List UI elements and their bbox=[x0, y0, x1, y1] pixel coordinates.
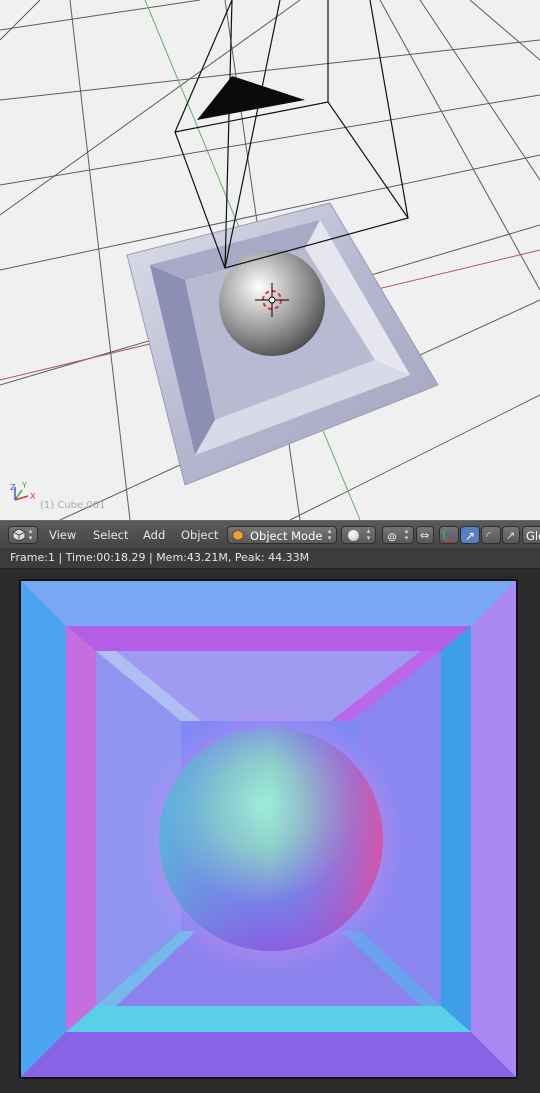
dropdown-arrows-icon: ▴ ▾ bbox=[327, 527, 332, 542]
transform-scale-button[interactable]: ◜ bbox=[481, 526, 501, 544]
solid-shading-icon bbox=[348, 530, 359, 541]
manipulator-icon: ⇔ bbox=[420, 529, 430, 542]
transform-translate-button[interactable] bbox=[439, 526, 459, 544]
axis-gizmo: X Y Z bbox=[10, 481, 36, 501]
mode-selector[interactable]: Object Mode ▴ ▾ bbox=[227, 526, 337, 544]
pivot-point-button[interactable]: ⊚ ▴ ▾ bbox=[382, 526, 414, 544]
menu-add[interactable]: Add bbox=[143, 526, 165, 544]
viewport-scene: X Y Z bbox=[0, 0, 540, 520]
orientation-dropdown[interactable]: Glo bbox=[522, 526, 540, 544]
3d-view-header: ▴ ▾ View Select Add Object Object Mode ▴ ▾… bbox=[0, 520, 540, 548]
render-result-area[interactable] bbox=[0, 569, 540, 1093]
dropdown-arrows-icon: ▴ ▾ bbox=[366, 527, 371, 542]
menu-object[interactable]: Object bbox=[181, 526, 218, 544]
translate-icon bbox=[443, 530, 454, 541]
transform-extra-button[interactable]: ↗ bbox=[502, 526, 520, 544]
dropdown-arrows-icon: ▴ ▾ bbox=[404, 527, 409, 542]
dropdown-arrows-icon: ▴ ▾ bbox=[28, 527, 33, 542]
editor-type-button[interactable]: ▴ ▾ bbox=[8, 526, 38, 544]
menu-view[interactable]: View bbox=[49, 526, 76, 544]
normal-map-render bbox=[21, 581, 516, 1077]
transform-rotate-button[interactable]: ↗ bbox=[460, 526, 480, 544]
mode-label: Object Mode bbox=[250, 529, 323, 543]
arc-icon: ◜ bbox=[486, 529, 491, 543]
axis-z-label: Z bbox=[10, 483, 16, 492]
render-status-text: Frame:1 | Time:00:18.29 | Mem:43.21M, Pe… bbox=[10, 551, 310, 564]
render-status-bar: Frame:1 | Time:00:18.29 | Mem:43.21M, Pe… bbox=[0, 548, 540, 569]
camera-up-triangle bbox=[197, 76, 305, 120]
rotate-icon: ↗ bbox=[465, 529, 476, 543]
orientation-label: Glo bbox=[526, 529, 540, 543]
cube-editor-icon bbox=[12, 528, 26, 542]
axis-x-label: X bbox=[30, 492, 36, 501]
viewport-object-label: (1) Cube.001 bbox=[40, 500, 106, 511]
axis-y-label: Y bbox=[21, 481, 27, 490]
render-image-frame bbox=[19, 579, 518, 1079]
pivot-icon: ⊚ bbox=[387, 530, 398, 544]
manipulator-toggle[interactable]: ⇔ bbox=[416, 526, 434, 544]
3d-viewport[interactable]: X Y Z (1) Cube.001 bbox=[0, 0, 540, 520]
scale-icon: ↗ bbox=[506, 529, 516, 542]
object-mode-icon bbox=[232, 529, 244, 541]
viewport-shading-button[interactable]: ▴ ▾ bbox=[341, 526, 376, 544]
menu-select[interactable]: Select bbox=[93, 526, 128, 544]
